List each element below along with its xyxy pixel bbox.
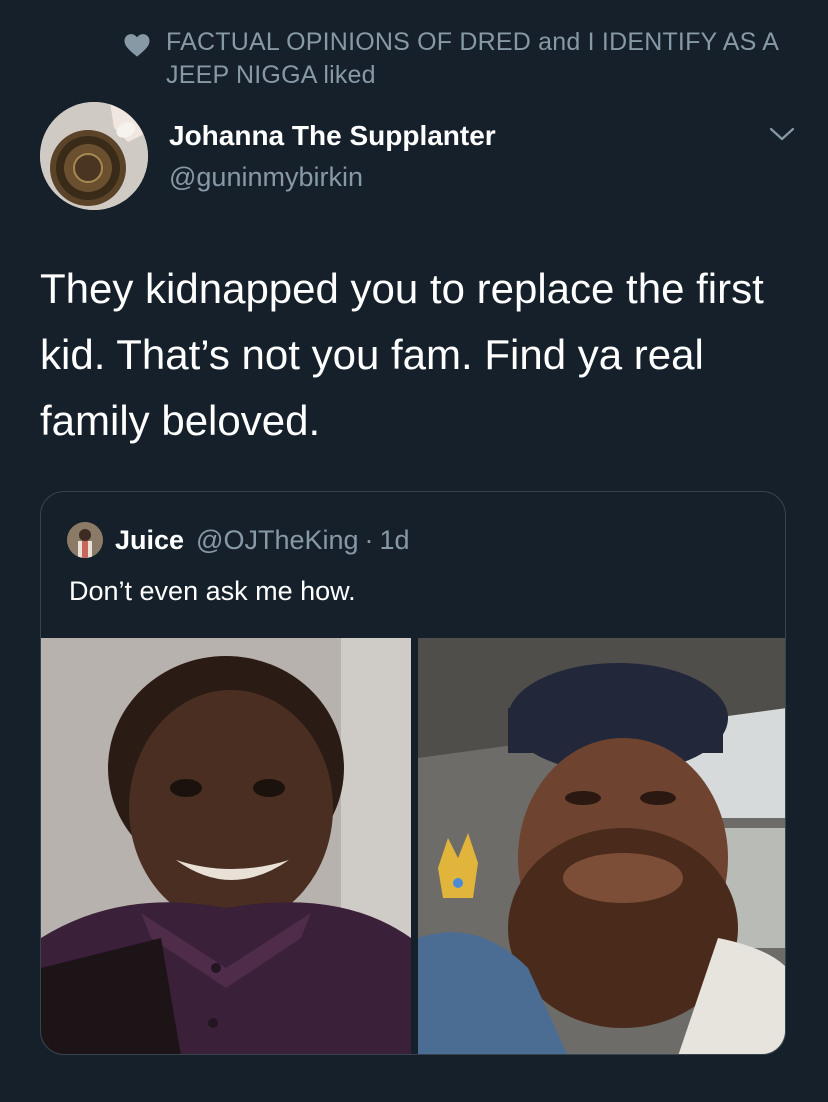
avatar[interactable] xyxy=(40,102,148,210)
quoted-timestamp[interactable]: 1d xyxy=(380,525,410,556)
quoted-tweet-text: Don’t even ask me how. xyxy=(69,576,356,606)
quoted-tweet[interactable]: Juice @OJTheKing · 1d Don’t even ask me … xyxy=(40,491,786,1055)
child-portrait-image xyxy=(41,638,411,1054)
tweet-text: They kidnapped you to replace the first … xyxy=(40,265,764,444)
social-context[interactable]: FACTUAL OPINIONS OF DRED and I IDENTIFY … xyxy=(122,26,802,92)
adult-selfie-image xyxy=(418,638,785,1054)
heart-icon xyxy=(124,34,150,57)
child-photo[interactable] xyxy=(41,638,411,1054)
tweet-author[interactable]: Johanna The Supplanter @guninmybirkin xyxy=(40,100,800,212)
coin-avatar-image xyxy=(40,102,148,210)
adult-photo[interactable] xyxy=(418,638,785,1054)
chevron-down-icon[interactable] xyxy=(768,124,796,144)
tweet-screen: FACTUAL OPINIONS OF DRED and I IDENTIFY … xyxy=(0,0,828,1102)
quoted-author-handle[interactable]: @OJTheKing xyxy=(196,525,358,556)
liked-by-text: FACTUAL OPINIONS OF DRED and I IDENTIFY … xyxy=(166,28,778,89)
author-handle[interactable]: @guninmybirkin xyxy=(169,162,363,193)
quoted-avatar[interactable] xyxy=(67,522,103,558)
quoted-media[interactable] xyxy=(41,638,785,1054)
quoted-tweet-header: Juice @OJTheKing · 1d xyxy=(67,522,410,558)
separator-dot: · xyxy=(364,524,374,555)
quoted-author-name[interactable]: Juice xyxy=(115,525,184,556)
author-name[interactable]: Johanna The Supplanter xyxy=(169,120,496,152)
quoted-avatar-image xyxy=(67,522,103,558)
